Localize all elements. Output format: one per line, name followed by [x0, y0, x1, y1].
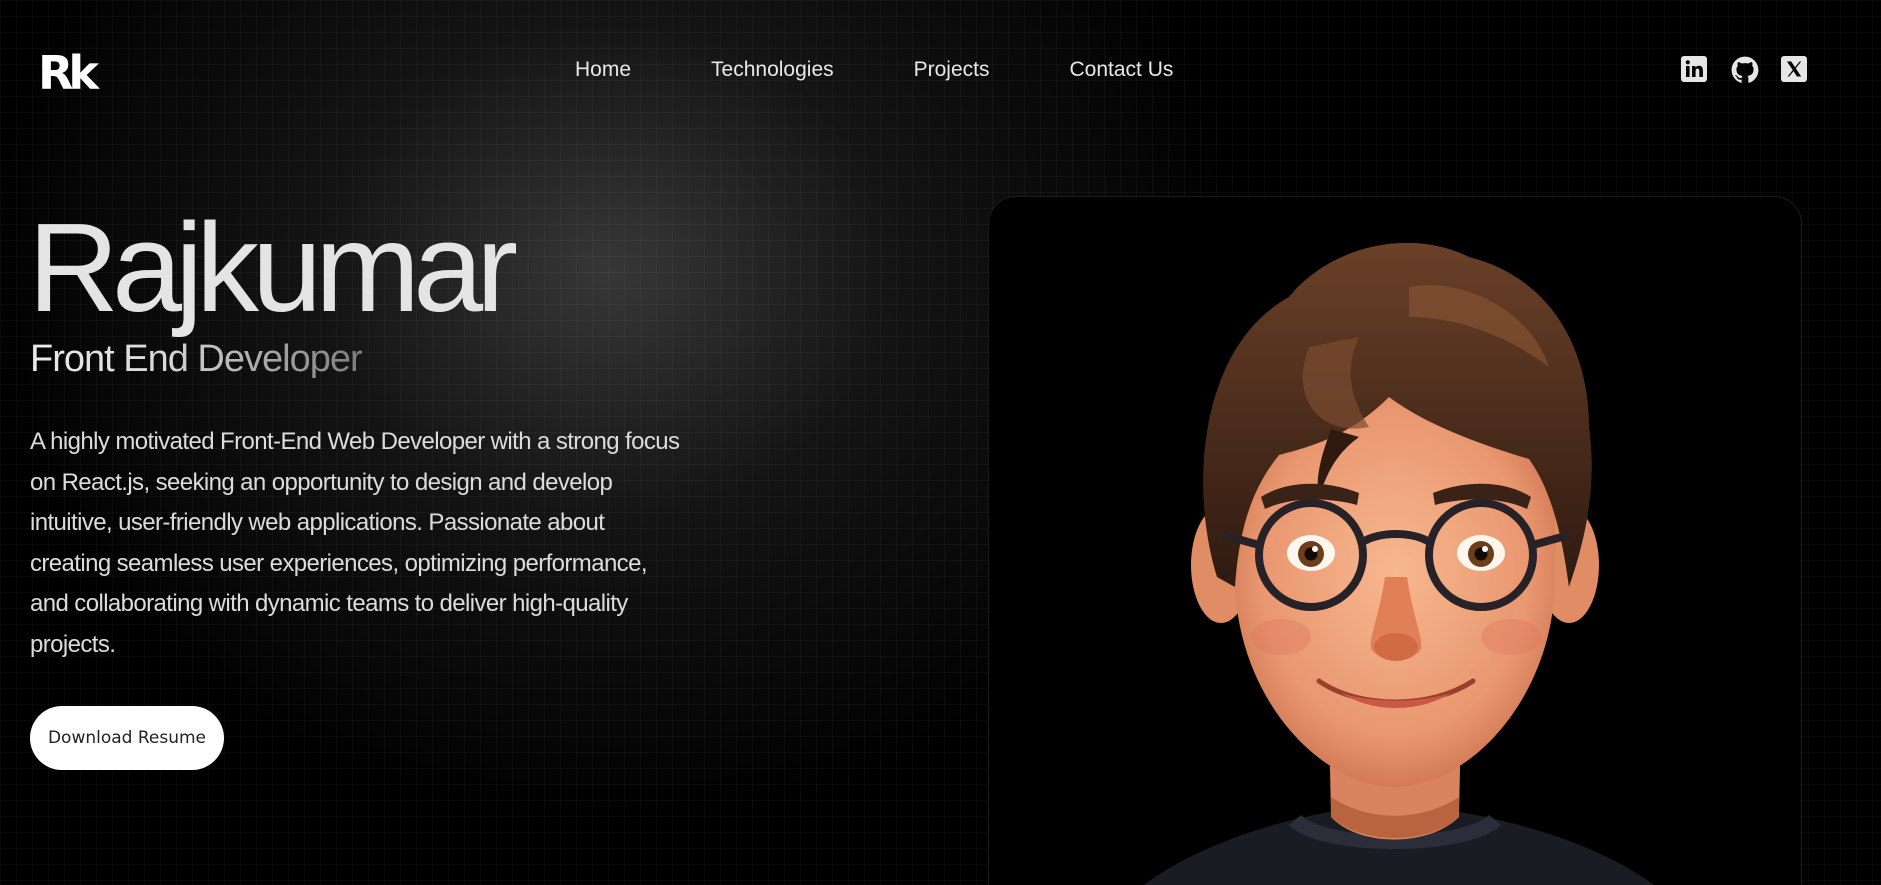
social-links	[1681, 56, 1807, 83]
hero-role: Front End Developer	[30, 338, 363, 380]
nav-home[interactable]: Home	[575, 58, 631, 82]
nav-contact-us[interactable]: Contact Us	[1069, 58, 1173, 82]
x-icon[interactable]	[1781, 56, 1807, 82]
site-logo[interactable]: Rk	[38, 50, 99, 96]
hero-name: Rajkumar	[28, 197, 518, 338]
github-icon[interactable]	[1731, 56, 1759, 83]
portfolio-page: Rk Home Technologies Projects Contact Us	[0, 0, 1881, 885]
nav-projects[interactable]: Projects	[914, 58, 990, 82]
nav-technologies[interactable]: Technologies	[711, 58, 834, 82]
linkedin-icon[interactable]	[1681, 56, 1707, 82]
hero-description: A highly motivated Front-End Web Develop…	[30, 428, 680, 658]
main-nav: Home Technologies Projects Contact Us	[575, 58, 1173, 82]
cartoon-avatar-portrait	[1143, 242, 1654, 885]
portrait-card	[988, 196, 1802, 885]
download-resume-button[interactable]: Download Resume	[30, 706, 224, 770]
